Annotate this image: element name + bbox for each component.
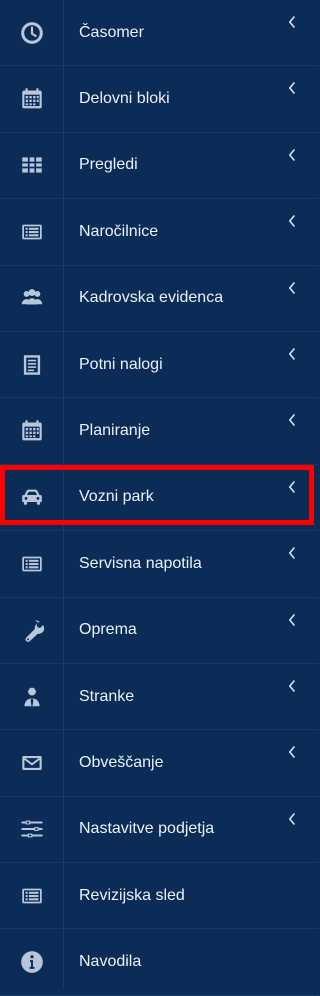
- sidebar-item-oprema[interactable]: Oprema: [0, 598, 319, 664]
- sidebar-item-label: Obveščanje: [79, 753, 164, 771]
- sidebar-item-label: Časomer: [79, 23, 144, 41]
- sidebar-item-casomer[interactable]: Časomer: [0, 0, 319, 67]
- sidebar-item-nastavitve-podjetja[interactable]: Nastavitve podjetja: [0, 797, 319, 864]
- sidebar-item-label: Servisna napotila: [79, 554, 202, 572]
- chevron-left-icon: [287, 215, 297, 227]
- sidebar-item-label: Nastavitve podjetja: [79, 820, 215, 838]
- calendar-icon: [0, 398, 64, 463]
- envelope-icon: [0, 730, 64, 795]
- sidebar-menu: Časomer Delovni bloki Pregledi Naročilni…: [0, 0, 319, 996]
- info-icon: [0, 929, 64, 994]
- chevron-left-icon: [287, 480, 297, 493]
- sidebar-item-label: Vozni park: [79, 488, 154, 506]
- list-card-icon: [0, 531, 64, 596]
- chevron-left-icon: [287, 414, 297, 427]
- sidebar-item-label: Stranke: [79, 687, 135, 705]
- chevron-left-icon: [287, 348, 297, 360]
- sidebar-item-delovni-bloki[interactable]: Delovni bloki: [0, 66, 319, 133]
- chevron-left-icon: [287, 82, 297, 95]
- sidebar-item-servisna-napotila[interactable]: Servisna napotila: [0, 531, 319, 598]
- sidebar-item-planiranje[interactable]: Planiranje: [0, 398, 319, 465]
- users-icon: [0, 266, 64, 331]
- sidebar-item-navodila[interactable]: Navodila: [0, 929, 319, 996]
- chevron-left-icon: [287, 281, 297, 294]
- sidebar-item-label: Revizijska sled: [79, 886, 185, 904]
- sidebar-item-stranke[interactable]: Stranke: [0, 664, 319, 731]
- sidebar-item-label: Pregledi: [79, 156, 138, 174]
- sidebar-item-label: Planiranje: [79, 422, 151, 440]
- sidebar-item-potni-nalogi[interactable]: Potni nalogi: [0, 332, 319, 399]
- calendar-icon: [0, 66, 64, 131]
- sidebar-item-kadrovska-evidenca[interactable]: Kadrovska evidenca: [0, 266, 319, 332]
- chevron-left-icon: [287, 148, 297, 161]
- chevron-left-icon: [287, 613, 297, 626]
- sidebar-item-vozni-park[interactable]: Vozni park: [0, 465, 319, 532]
- sidebar-item-pregledi[interactable]: Pregledi: [0, 133, 319, 200]
- sidebar-item-label: Navodila: [79, 953, 142, 971]
- sidebar-item-narocilnice[interactable]: Naročilnice: [0, 199, 319, 266]
- list-card-icon: [0, 863, 64, 928]
- sidebar-item-obvescanje[interactable]: Obveščanje: [0, 730, 319, 797]
- chevron-left-icon: [287, 680, 297, 692]
- chevron-left-icon: [287, 812, 297, 825]
- sidebar-item-label: Kadrovska evidenca: [79, 289, 224, 307]
- sliders-icon: [0, 797, 64, 862]
- user-tie-icon: [0, 664, 64, 729]
- car-icon: [0, 465, 64, 530]
- chevron-left-icon: [287, 746, 297, 759]
- list-card-icon: [0, 199, 64, 264]
- sidebar-item-label: Oprema: [79, 621, 137, 639]
- sidebar-item-label: Naročilnice: [79, 222, 159, 240]
- sidebar-item-revizijska-sled[interactable]: Revizijska sled: [0, 863, 319, 930]
- sidebar-item-label: Potni nalogi: [79, 355, 163, 373]
- wrench-icon: [0, 598, 64, 663]
- table-icon: [0, 133, 64, 198]
- chevron-left-icon: [287, 547, 297, 559]
- document-icon: [0, 332, 64, 397]
- sidebar-item-label: Delovni bloki: [79, 90, 170, 108]
- chevron-left-icon: [287, 16, 297, 28]
- clock-icon: [0, 0, 64, 65]
